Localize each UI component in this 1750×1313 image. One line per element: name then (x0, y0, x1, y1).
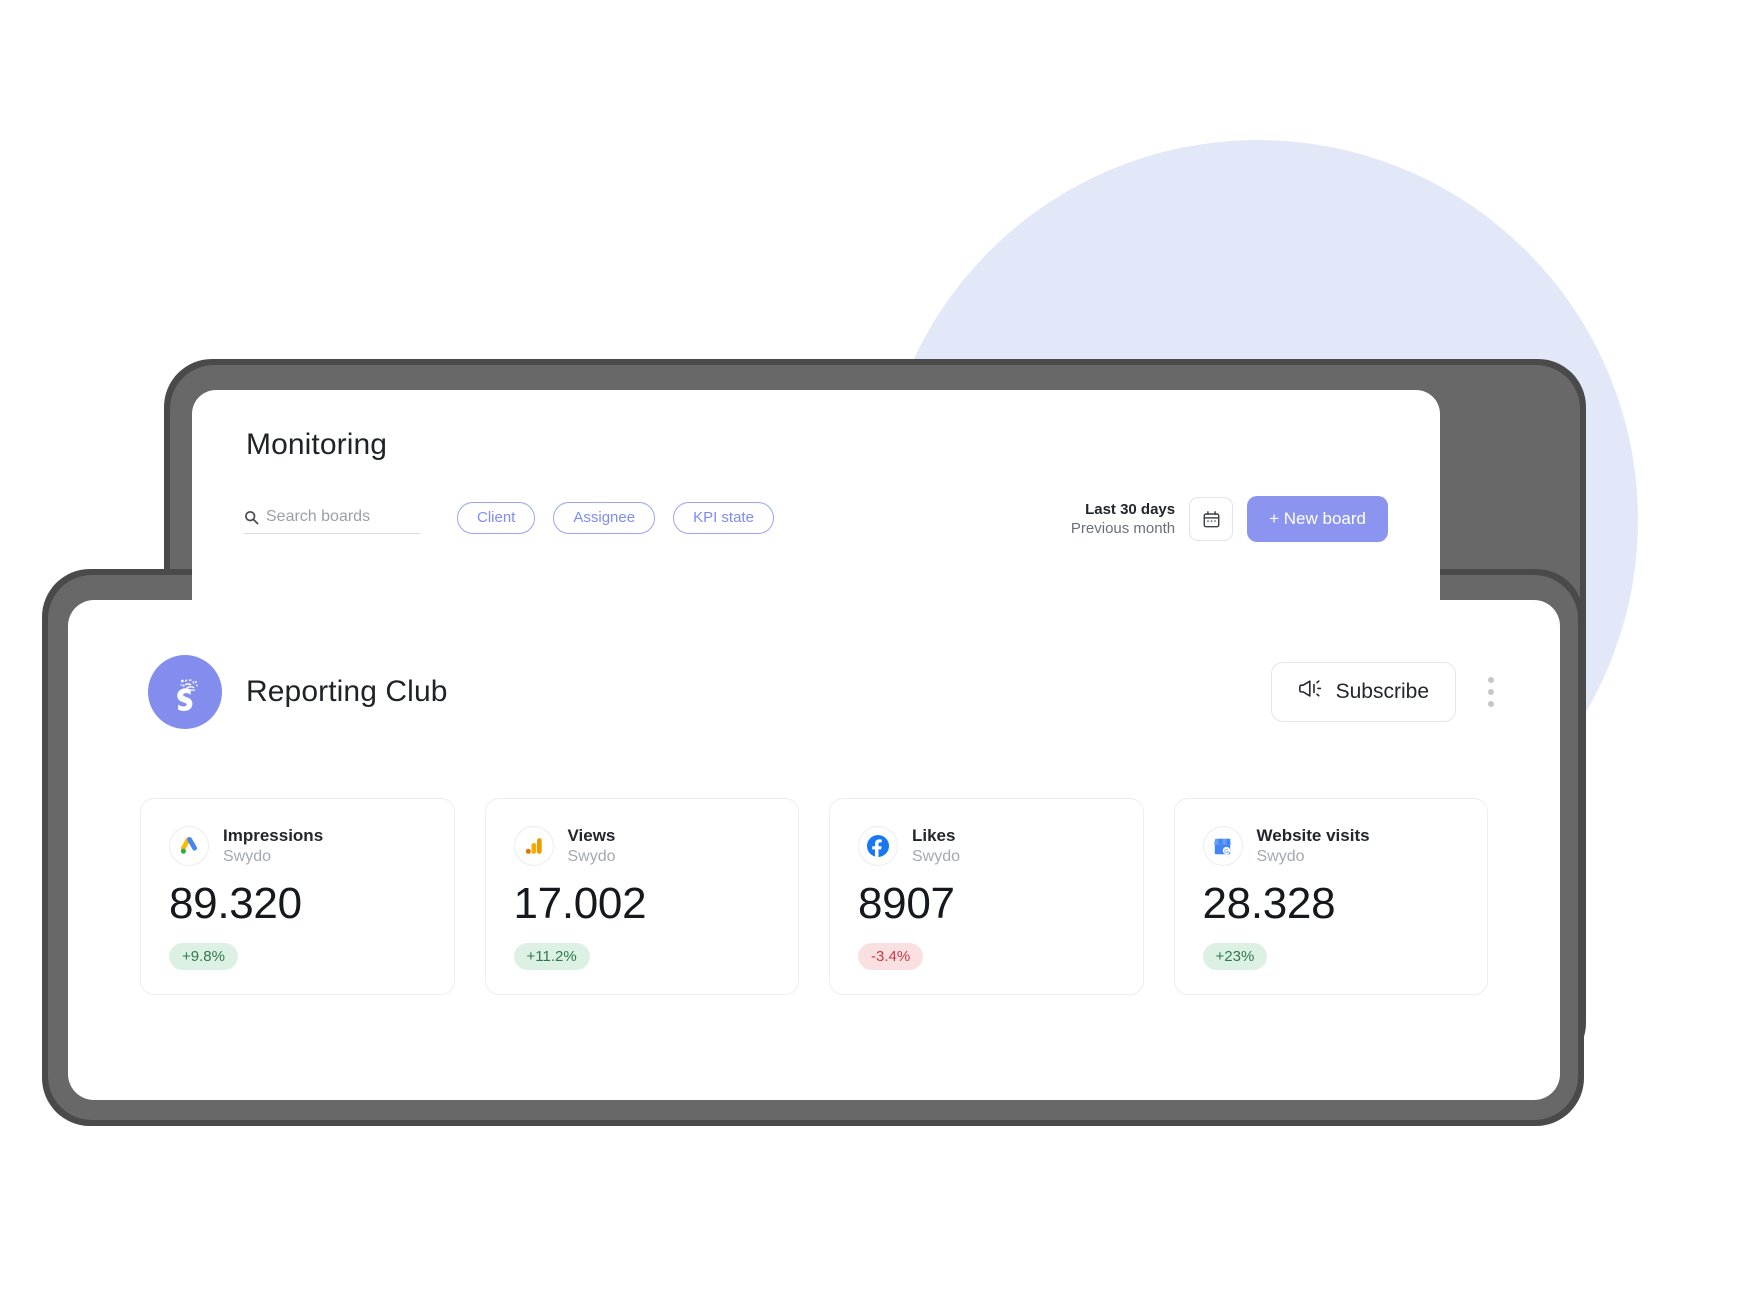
google-ads-icon (169, 826, 209, 867)
subscribe-label: Subscribe (1335, 680, 1429, 703)
megaphone-icon (1298, 678, 1322, 706)
monitoring-toolbar: Client Assignee KPI state Last 30 days P… (192, 490, 1440, 560)
page-title: Monitoring (246, 428, 388, 461)
toolbar-right-cluster: Last 30 days Previous month + New board (1071, 496, 1388, 542)
kpi-card-likes[interactable]: Likes Swydo 8907 -3.4% (829, 798, 1144, 996)
kebab-menu-icon[interactable] (1478, 671, 1504, 713)
kpi-delta-badge: +11.2% (513, 943, 590, 971)
facebook-icon (858, 826, 898, 867)
kpi-source: Swydo (223, 847, 272, 865)
kpi-label: Impressions (223, 826, 324, 845)
kebab-dot (1488, 677, 1494, 683)
kpi-delta-badge: +23% (1202, 943, 1268, 971)
kpi-header: G Website visits Swydo (1202, 825, 1460, 867)
calendar-button[interactable] (1189, 497, 1234, 541)
kpi-label: Views (567, 826, 616, 845)
kebab-dot (1488, 701, 1494, 707)
svg-text:G: G (1224, 848, 1228, 854)
filter-chip-kpi-state[interactable]: KPI state (673, 502, 774, 534)
search-icon (244, 510, 259, 525)
kpi-card-views[interactable]: Views Swydo 17.002 +11.2% (484, 798, 799, 996)
date-range-selector[interactable]: Last 30 days Previous month (1071, 500, 1175, 538)
board-title: Reporting Club (246, 675, 448, 708)
kpi-label: Likes (912, 826, 956, 845)
kpi-delta-badge: -3.4% (858, 943, 924, 971)
kpi-value: 8907 (858, 879, 955, 929)
search-boards-field[interactable] (244, 508, 420, 534)
kpi-titles: Website visits Swydo (1257, 825, 1370, 867)
screenshot-stage: Monitoring Client Assignee KPI state L (0, 0, 1750, 1313)
kpi-label: Website visits (1256, 826, 1370, 845)
board-header: Reporting Club Subscribe (68, 652, 1560, 732)
kpi-source: Swydo (1256, 847, 1305, 865)
google-analytics-icon (513, 826, 554, 867)
date-range-primary: Last 30 days (1085, 500, 1176, 518)
calendar-icon (1203, 510, 1220, 527)
kpi-source: Swydo (912, 847, 961, 865)
kpi-value: 28.328 (1202, 879, 1336, 929)
kpi-value: 89.320 (169, 879, 302, 929)
new-board-button[interactable]: + New board (1247, 496, 1388, 542)
kpi-card-row: Impressions Swydo 89.320 +9.8% Views Swy… (140, 798, 1488, 996)
search-input[interactable] (266, 508, 420, 526)
kpi-titles: Impressions Swydo (223, 825, 323, 867)
kpi-delta-badge: +9.8% (169, 943, 238, 971)
kebab-dot (1488, 689, 1494, 695)
subscribe-button[interactable]: Subscribe (1270, 662, 1456, 722)
kpi-header: Views Swydo (513, 825, 771, 867)
google-business-profile-icon: G (1202, 826, 1243, 867)
kpi-titles: Likes Swydo (912, 825, 960, 867)
kpi-value: 17.002 (513, 879, 647, 929)
board-actions: Subscribe (1270, 662, 1504, 722)
filter-chip-group: Client Assignee KPI state (457, 502, 774, 534)
kpi-header: Likes Swydo (858, 825, 1115, 867)
kpi-source: Swydo (567, 847, 616, 865)
swydo-logo-icon (148, 655, 222, 729)
kpi-titles: Views Swydo (568, 825, 616, 867)
reporting-club-panel: Reporting Club Subscribe Impressions Swy… (68, 600, 1560, 1100)
kpi-card-website-visits[interactable]: G Website visits Swydo 28.328 +23% (1173, 798, 1488, 996)
kpi-header: Impressions Swydo (169, 825, 426, 867)
date-range-secondary: Previous month (1070, 520, 1176, 537)
filter-chip-assignee[interactable]: Assignee (553, 502, 656, 534)
filter-chip-client[interactable]: Client (457, 502, 536, 534)
kpi-card-impressions[interactable]: Impressions Swydo 89.320 +9.8% (140, 798, 455, 996)
